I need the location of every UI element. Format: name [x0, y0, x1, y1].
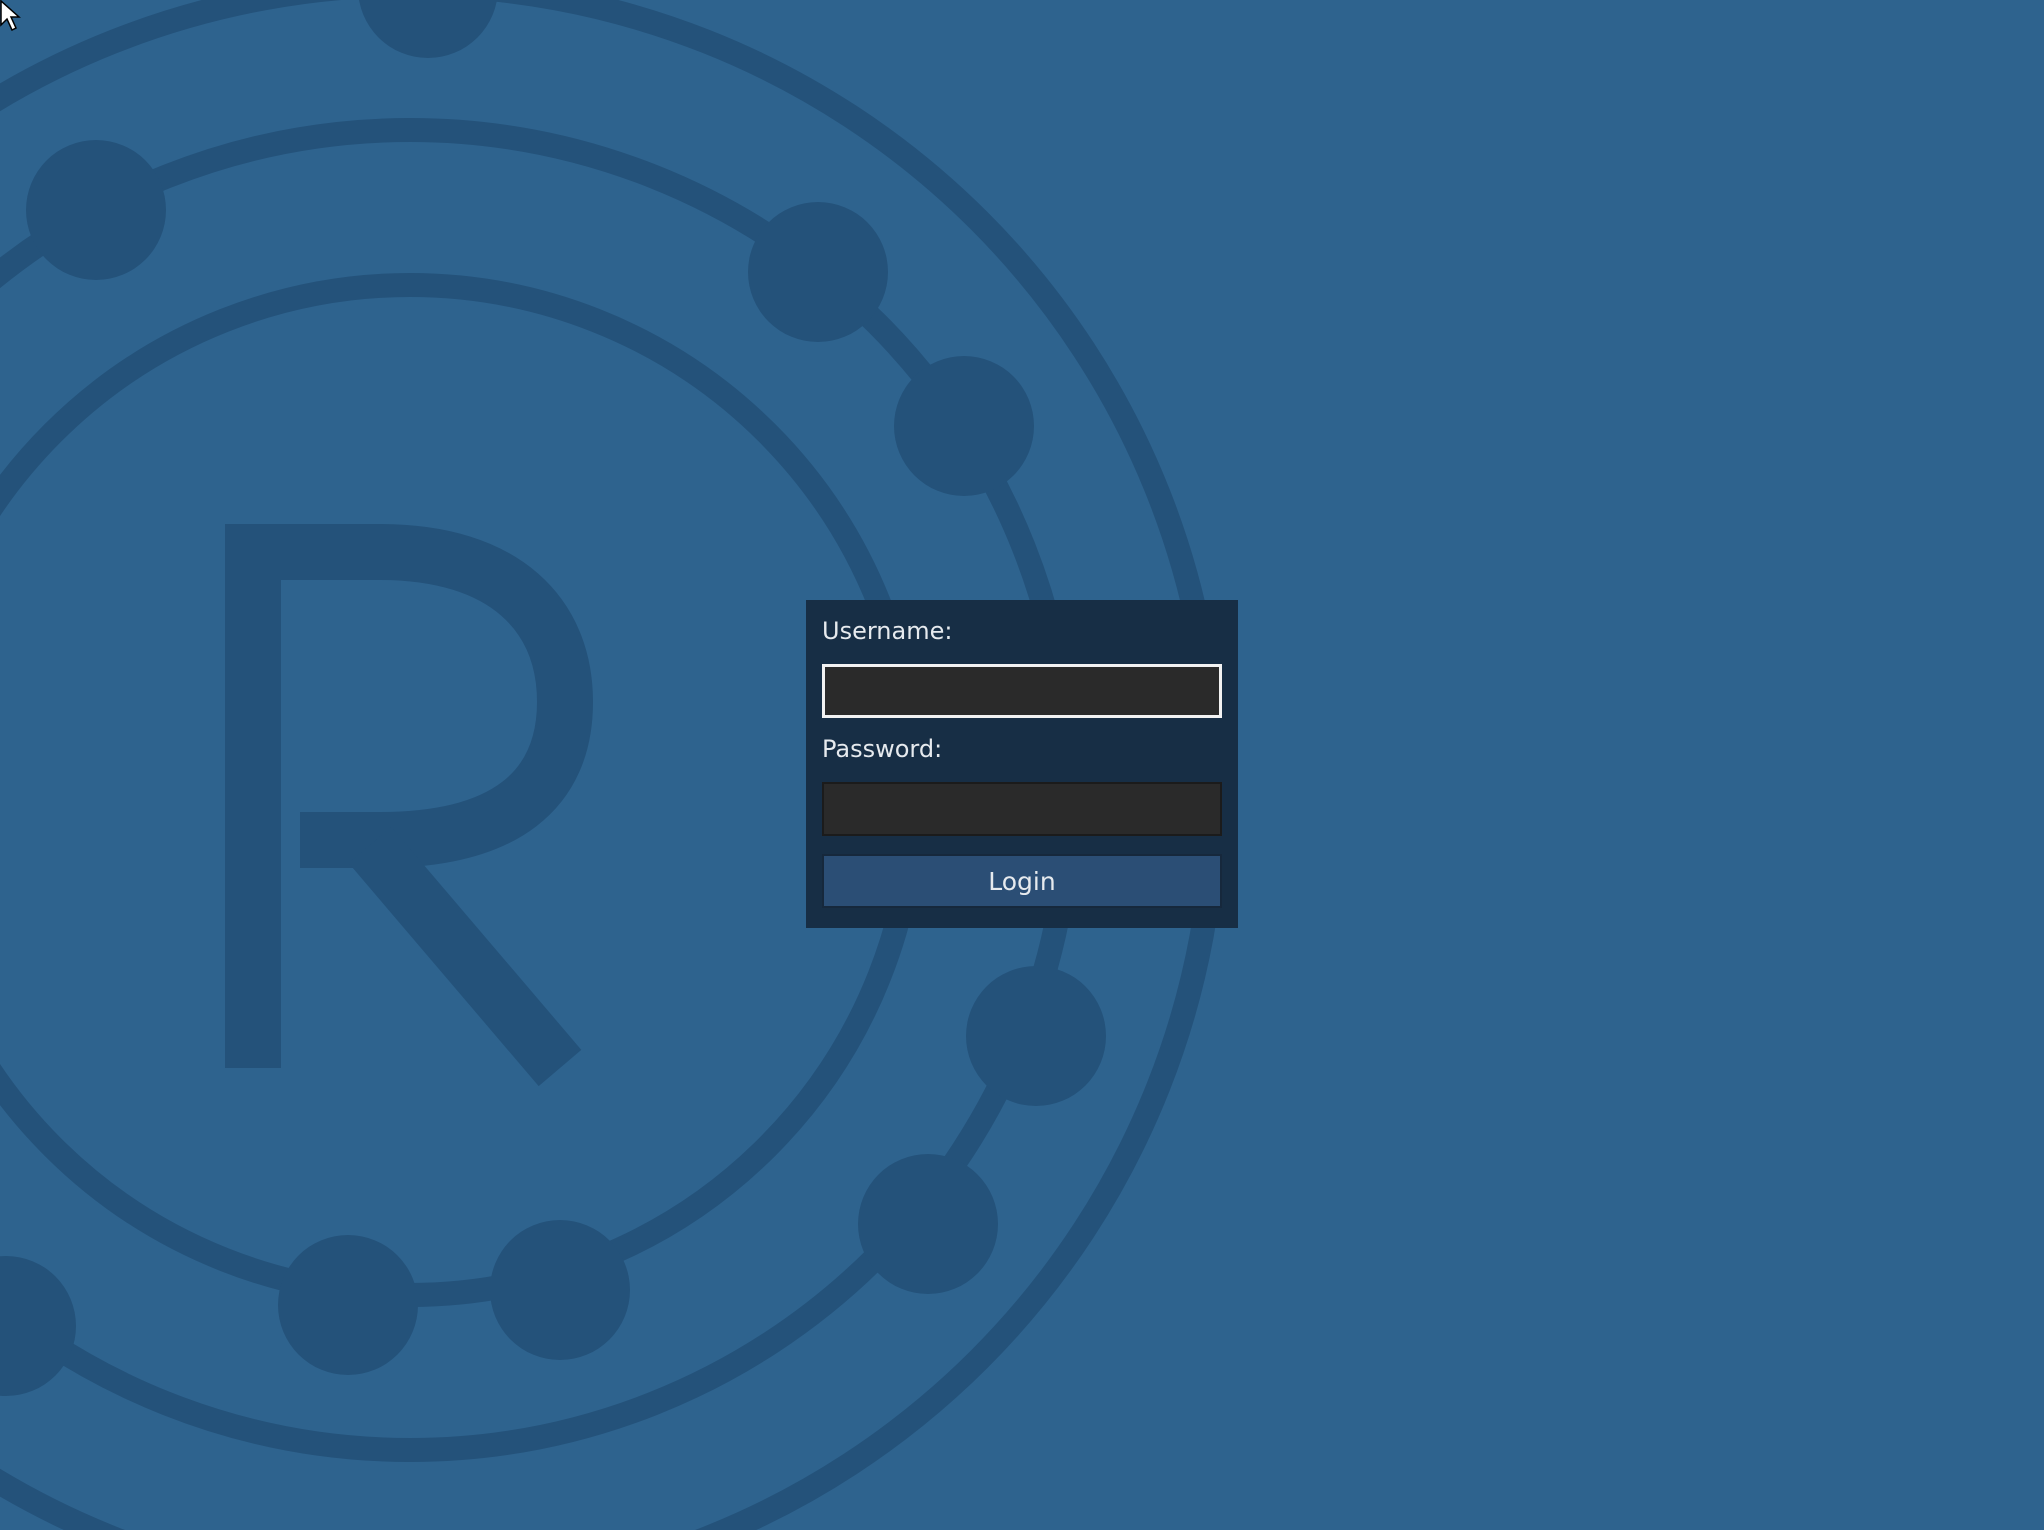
ring-dot — [490, 1220, 630, 1360]
logo-letter-r — [225, 524, 594, 1087]
ring-dot — [359, 0, 497, 58]
ring-dot — [0, 1256, 76, 1396]
ring-dot — [858, 1154, 998, 1294]
ring-dot — [26, 140, 166, 280]
ring-dot — [966, 966, 1106, 1106]
mouse-cursor-icon — [0, 0, 21, 32]
ring-dot — [894, 356, 1034, 496]
password-input[interactable] — [822, 782, 1222, 836]
username-label: Username: — [822, 617, 953, 645]
ring-dot — [278, 1235, 418, 1375]
login-button[interactable]: Login — [822, 854, 1222, 908]
inner-ring — [0, 273, 927, 1307]
login-panel: Username: Password: Login — [806, 600, 1238, 928]
username-input[interactable] — [822, 664, 1222, 718]
ring-dot — [748, 202, 888, 342]
password-label: Password: — [822, 735, 943, 763]
